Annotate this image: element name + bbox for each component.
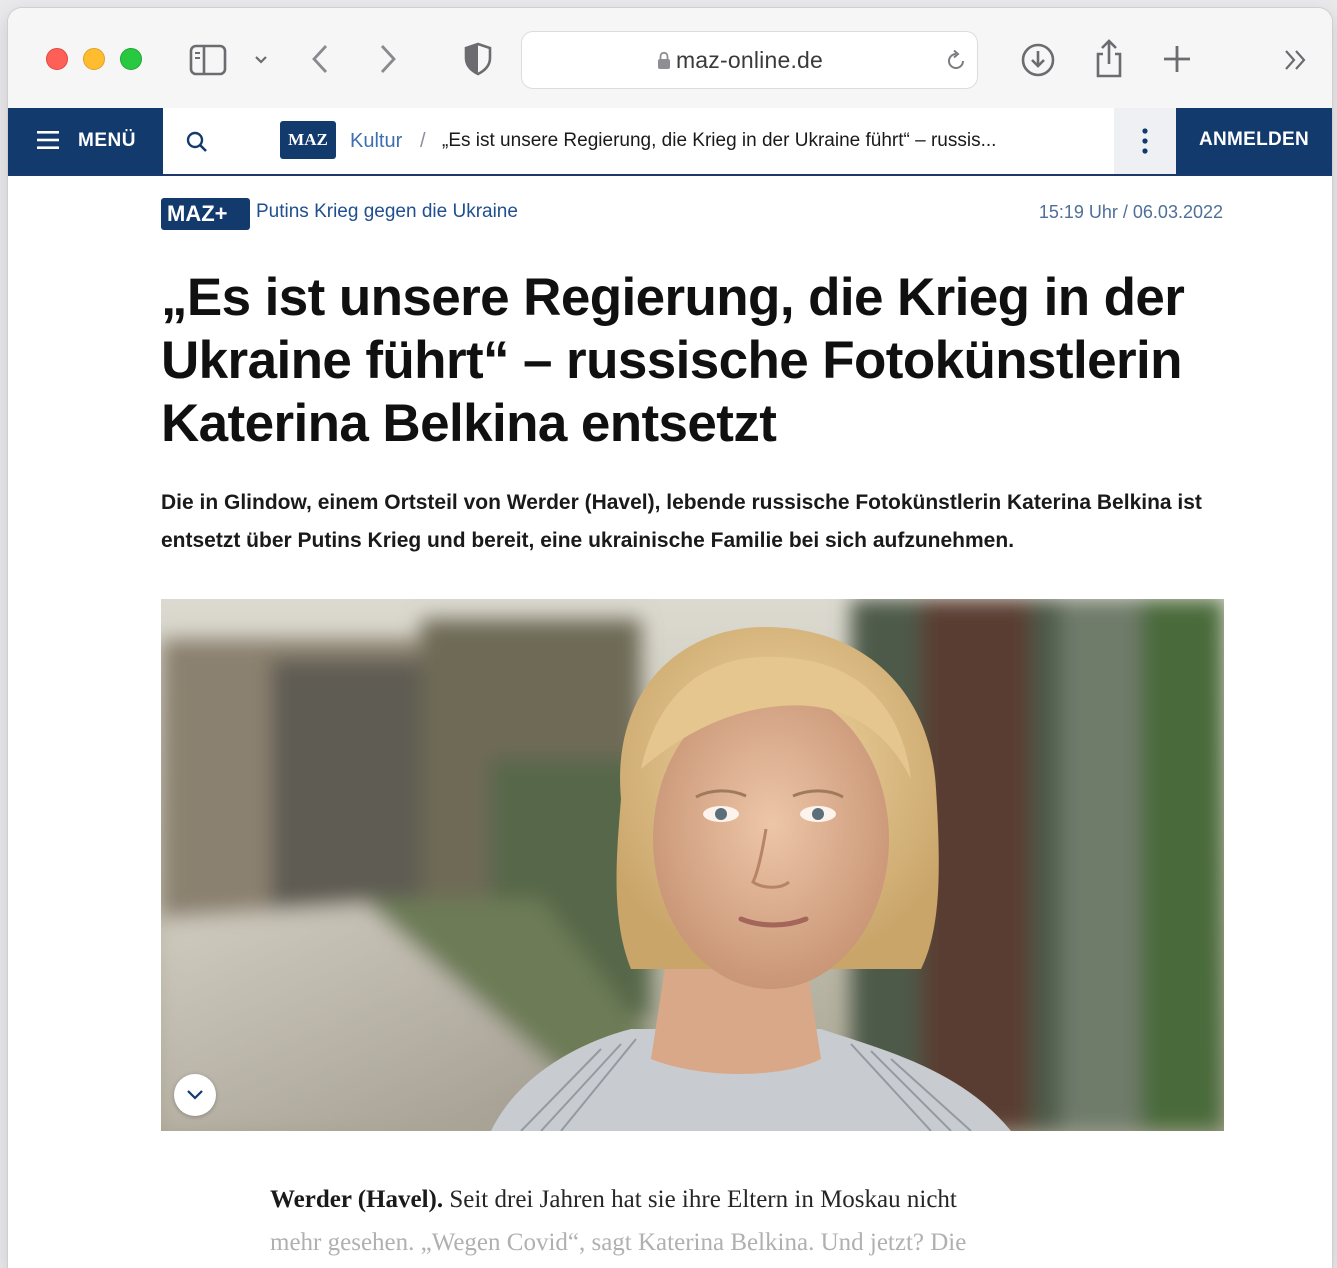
chevron-down-icon[interactable] bbox=[253, 54, 269, 66]
maz-plus-badge: MAZ+ bbox=[161, 198, 250, 230]
scroll-down-button[interactable] bbox=[174, 1074, 216, 1116]
minimize-window-button[interactable] bbox=[83, 48, 105, 70]
reload-icon[interactable] bbox=[944, 49, 968, 73]
body-dateline: Werder (Havel). bbox=[270, 1186, 444, 1213]
close-window-button[interactable] bbox=[46, 48, 68, 70]
breadcrumb-separator: / bbox=[420, 130, 426, 152]
zoom-window-button[interactable] bbox=[120, 48, 142, 70]
browser-toolbar: maz-online.de bbox=[8, 8, 1332, 109]
body-line-1: Seit drei Jahren hat sie ihre Eltern in … bbox=[449, 1186, 957, 1213]
forward-icon[interactable] bbox=[376, 42, 400, 76]
menu-label: MENÜ bbox=[78, 130, 136, 151]
article-teaser: Die in Glindow, einem Ortsteil von Werde… bbox=[161, 491, 1202, 552]
breadcrumb-article-title: „Es ist unsere Regierung, die Krieg in d… bbox=[442, 130, 997, 151]
back-icon[interactable] bbox=[308, 42, 332, 76]
address-bar[interactable]: maz-online.de bbox=[521, 31, 978, 89]
download-icon[interactable] bbox=[1020, 42, 1056, 78]
menu-button[interactable]: MENÜ bbox=[8, 108, 163, 174]
browser-window: maz-online.de MENÜ MAZ Kultur / „Es ist … bbox=[8, 8, 1332, 1268]
body-line-2: mehr gesehen. „Wegen Covid“, sagt Kateri… bbox=[270, 1229, 967, 1256]
maz-logo[interactable]: MAZ bbox=[280, 121, 336, 159]
url-text: maz-online.de bbox=[675, 47, 824, 73]
login-button[interactable]: ANMELDEN bbox=[1176, 108, 1332, 174]
article-body: Werder (Havel). Seit drei Jahren hat sie… bbox=[270, 1178, 1130, 1264]
site-navigation: MENÜ MAZ Kultur / „Es ist unsere Regieru… bbox=[8, 108, 1332, 176]
search-icon[interactable] bbox=[185, 130, 209, 154]
article-photo bbox=[161, 599, 1224, 1131]
article-kicker[interactable]: Putins Krieg gegen die Ukraine bbox=[256, 201, 518, 223]
maz-logo-text: MAZ bbox=[288, 130, 328, 149]
login-label: ANMELDEN bbox=[1198, 129, 1310, 150]
portrait-image bbox=[161, 599, 1224, 1131]
sidebar-icon[interactable] bbox=[189, 44, 229, 76]
article-date: 15:19 Uhr / 06.03.2022 bbox=[1038, 202, 1223, 222]
share-icon[interactable] bbox=[1092, 38, 1126, 80]
more-chevron-icon[interactable] bbox=[1282, 48, 1310, 72]
hamburger-icon bbox=[37, 131, 59, 149]
breadcrumb-section-link[interactable]: Kultur bbox=[350, 130, 402, 153]
more-options-button[interactable] bbox=[1114, 108, 1176, 174]
kebab-menu-icon bbox=[1142, 128, 1148, 154]
maz-plus-badge-text: MAZ+ bbox=[167, 201, 228, 226]
shield-icon[interactable] bbox=[463, 42, 493, 76]
new-tab-icon[interactable] bbox=[1162, 44, 1192, 74]
article-headline: „Es ist unsere Regierung, die Krieg in d… bbox=[161, 268, 1185, 453]
chevron-down-icon bbox=[187, 1090, 203, 1100]
